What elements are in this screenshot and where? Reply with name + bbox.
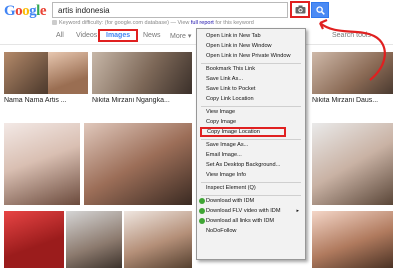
tab-all[interactable]: All: [56, 32, 64, 39]
image-caption[interactable]: Nama Nama Artis ...: [4, 97, 90, 104]
image-result[interactable]: [84, 123, 192, 205]
menu-item-copy-image-location[interactable]: Copy Image Location: [200, 127, 286, 137]
menu-item-bookmark-link[interactable]: Bookmark This Link: [197, 65, 305, 74]
camera-icon: [295, 5, 305, 14]
keyword-prefix: Keyword difficulty:: [59, 20, 105, 26]
logo-letter: G: [4, 3, 16, 19]
image-caption[interactable]: Nikita Mirzani Ngangka...: [92, 97, 196, 104]
image-result[interactable]: [312, 211, 393, 268]
menu-item-inspect-element[interactable]: Inspect Element (Q): [197, 184, 305, 193]
search-input[interactable]: artis indonesia: [52, 2, 288, 18]
menu-item-download-all-idm[interactable]: Download all links with IDM: [197, 217, 305, 226]
menu-item-save-image-as[interactable]: Save Image As...: [197, 141, 305, 150]
menu-item-download-idm[interactable]: Download with IDM: [197, 197, 305, 206]
menu-separator: [201, 195, 301, 196]
menu-item-download-flv-idm[interactable]: Download FLV video with IDM ▸: [197, 207, 305, 216]
menu-separator: [201, 106, 301, 107]
menu-item-save-link-as[interactable]: Save Link As...: [197, 75, 305, 84]
menu-item-copy-link-location[interactable]: Copy Link Location: [197, 95, 305, 104]
idm-icon: [199, 208, 205, 214]
menu-item-open-link-new-tab[interactable]: Open Link in New Tab: [197, 32, 305, 41]
menu-item-view-image[interactable]: View Image: [197, 108, 305, 117]
tab-videos[interactable]: Videos: [76, 32, 97, 39]
menu-item-view-image-info[interactable]: View Image Info: [197, 171, 305, 180]
menu-item-set-desktop-background[interactable]: Set As Desktop Background...: [197, 161, 305, 170]
logo-letter: o: [15, 3, 23, 19]
menu-item-copy-image[interactable]: Copy Image: [197, 118, 305, 127]
menu-separator: [201, 139, 301, 140]
image-result[interactable]: [92, 52, 192, 94]
image-result[interactable]: [4, 211, 64, 268]
full-report-link[interactable]: full report: [191, 20, 214, 26]
menu-item-email-image[interactable]: Email Image...: [197, 151, 305, 160]
image-result[interactable]: [66, 211, 122, 268]
search-query: artis indonesia: [58, 6, 110, 15]
menu-item-save-link-pocket[interactable]: Save Link to Pocket: [197, 85, 305, 94]
google-logo[interactable]: Google: [4, 3, 47, 20]
logo-letter: e: [39, 3, 47, 19]
annotation-arrow: [319, 18, 386, 81]
menu-separator: [201, 182, 301, 183]
logo-letter: g: [29, 3, 37, 19]
menu-item-open-link-private-window[interactable]: Open Link in New Private Window: [197, 52, 305, 61]
tab-images[interactable]: Images: [98, 29, 139, 42]
keyword-difficulty-row: Keyword difficulty: (for google.com data…: [52, 20, 254, 26]
menu-item-label: Download FLV video with IDM: [206, 208, 281, 214]
context-menu: Open Link in New Tab Open Link in New Wi…: [196, 28, 306, 260]
menu-separator: [201, 63, 301, 64]
tab-news[interactable]: News: [143, 32, 161, 39]
idm-icon: [199, 218, 205, 224]
keyword-note: (for google.com database) — View: [104, 20, 191, 26]
tab-more[interactable]: More ▾: [170, 32, 191, 40]
menu-item-open-link-new-window[interactable]: Open Link in New Window: [197, 42, 305, 51]
submenu-arrow-icon: ▸: [296, 208, 299, 214]
image-caption[interactable]: Nikita Mirzani Daus...: [312, 97, 393, 104]
seo-icon: [52, 20, 57, 26]
keyword-suffix: for this keyword: [213, 20, 254, 26]
image-result[interactable]: [4, 123, 80, 205]
menu-item-label: Download all links with IDM: [206, 218, 275, 224]
image-result[interactable]: [124, 211, 192, 268]
menu-item-label: Download with IDM: [206, 198, 255, 204]
idm-icon: [199, 198, 205, 204]
menu-item-nodofollow[interactable]: NoDoFollow: [197, 227, 305, 236]
image-result[interactable]: [48, 52, 88, 94]
image-result[interactable]: [312, 123, 393, 205]
logo-letter: o: [22, 3, 30, 19]
